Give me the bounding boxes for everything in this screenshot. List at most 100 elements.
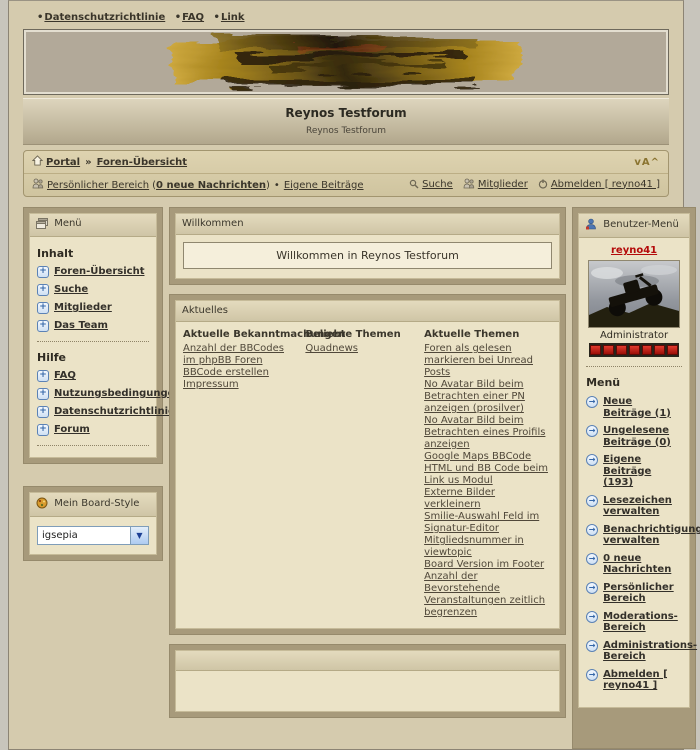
news-item: No Avatar Bild beim Betrachten eines Pro… [424, 415, 552, 451]
breadcrumb-portal-link[interactable]: Portal [46, 157, 80, 168]
user-rank-stars [589, 343, 679, 357]
breadcrumb-current-link[interactable]: Foren-Übersicht [97, 157, 187, 168]
menu-link[interactable]: Das Team [54, 320, 108, 332]
top-link-anchor[interactable]: Datenschutzrichtlinie [44, 12, 165, 23]
user-menu-item: → Persönlicher Bereich [586, 582, 682, 605]
news-panel: Aktuelles Aktuelle Bekanntmachungen Anza… [169, 294, 566, 635]
news-item: Externe Bilder verkleinern [424, 487, 552, 511]
news-link[interactable]: HTML und BB Code beim Link us Modul [424, 463, 548, 486]
news-item: No Avatar Bild beim Betrachten einer PN … [424, 379, 552, 415]
top-link-anchor[interactable]: FAQ [182, 12, 204, 23]
user-menu-heading: Menü [586, 376, 682, 389]
news-col-heading: Beliebte Themen [305, 329, 416, 341]
user-menu-link[interactable]: Persönlicher Bereich [603, 582, 682, 605]
user-bar: Persönlicher Bereich 0 neue Nachrichten … [24, 173, 668, 196]
top-link: Link [214, 12, 245, 23]
user-menu-link[interactable]: 0 neue Nachrichten [603, 553, 682, 576]
site-title: Reynos Testforum [23, 106, 669, 120]
news-item: Board Version im Footer [424, 559, 552, 571]
user-menu-link[interactable]: Administrations-Bereich [603, 640, 697, 663]
board-style-header: Mein Board-Style [30, 493, 156, 517]
board-style-select[interactable]: igsepia [37, 526, 149, 545]
news-link[interactable]: Foren als gelesen markieren bei Unread P… [424, 343, 533, 378]
font-size-widget[interactable]: vA^ [634, 157, 660, 168]
menu-divider [37, 341, 149, 342]
arrow-icon: → [586, 396, 598, 408]
user-menu-link[interactable]: Neue Beiträge (1) [603, 396, 682, 419]
user-menu-link[interactable]: Eigene Beiträge (193) [603, 454, 682, 489]
menu-link[interactable]: Mitglieder [54, 302, 112, 314]
welcome-header: Willkommen [176, 214, 559, 235]
plus-icon: + [37, 302, 49, 314]
menu-link[interactable]: Nutzungsbedingungen [54, 388, 182, 400]
members-link[interactable]: Mitglieder [478, 179, 528, 190]
news-item: Quadnews [305, 343, 416, 355]
menu-item: + Foren-Übersicht [37, 266, 149, 278]
user-menu-link[interactable]: Benachrichtigungen verwalten [603, 524, 700, 547]
user-menu-panel: Benutzer-Menü reyno41 [572, 207, 696, 749]
user-menu-header: Benutzer-Menü [579, 214, 689, 238]
plus-icon: + [37, 388, 49, 400]
news-link[interactable]: Anzahl der BBCodes im phpBB Foren [183, 343, 284, 366]
arrow-icon: → [586, 495, 598, 507]
user-bar-right: Suche Mitglieder Abmelden [ reyno41 ] [409, 178, 660, 192]
menu-panel: Menü Inhalt + Foren-Übersicht [23, 207, 163, 464]
center-column: Willkommen Willkommen in Reynos Testforu… [169, 207, 566, 718]
left-column: Menü Inhalt + Foren-Übersicht [23, 207, 163, 561]
welcome-title: Willkommen [182, 218, 244, 229]
menu-item: + Das Team [37, 320, 149, 332]
news-link[interactable]: Externe Bilder verkleinern [424, 487, 495, 510]
breadcrumb: Portal » Foren-Übersicht vA^ [24, 151, 668, 173]
news-link[interactable]: BBCode erstellen [183, 367, 269, 378]
user-menu-link[interactable]: Abmelden [ reyno41 ] [603, 669, 682, 692]
user-menu-item: → Neue Beiträge (1) [586, 396, 682, 419]
menu-link[interactable]: Foren-Übersicht [54, 266, 144, 278]
window-icon [36, 218, 48, 232]
top-link: Datenschutzrichtlinie [37, 12, 165, 23]
menu-link[interactable]: FAQ [54, 370, 76, 382]
user-menu-link[interactable]: Moderations-Bereich [603, 611, 682, 634]
cutoff-block-header [176, 651, 559, 671]
news-link[interactable]: Quadnews [305, 343, 358, 354]
news-link[interactable]: No Avatar Bild beim Betrachten eines Pro… [424, 415, 545, 450]
menu-link[interactable]: Forum [54, 424, 90, 436]
home-icon [32, 155, 43, 169]
main-columns: Menü Inhalt + Foren-Übersicht [23, 207, 669, 749]
menu-block-header: Menü [30, 214, 156, 237]
news-link[interactable]: Impressum [183, 379, 239, 390]
news-link[interactable]: Anzahl der Bevorstehende Veranstaltungen… [424, 571, 545, 618]
new-messages-link[interactable]: 0 neue Nachrichten [156, 180, 266, 191]
top-link-anchor[interactable]: Link [221, 12, 245, 23]
new-messages-wrap: 0 neue Nachrichten [152, 180, 270, 191]
logout-link[interactable]: Abmelden [ reyno41 ] [551, 179, 660, 190]
header-banner [23, 29, 669, 95]
menu-item: + Suche [37, 284, 149, 296]
menu-link[interactable]: Datenschutzrichtlinie [54, 406, 175, 418]
plus-icon: + [37, 320, 49, 332]
news-item: Smilie-Auswahl Feld im Signatur-Editor [424, 511, 552, 535]
user-menu-link[interactable]: Lesezeichen verwalten [603, 495, 682, 518]
menu-list-inhalt: + Foren-Übersicht + Suche + [37, 266, 149, 332]
news-link[interactable]: Mitgliedsnummer in viewtopic [424, 535, 524, 558]
own-posts-link[interactable]: Eigene Beiträge [284, 180, 364, 191]
user-menu-item: → Administrations-Bereich [586, 640, 682, 663]
menu-item: + Forum [37, 424, 149, 436]
news-col-recent: Aktuelle Themen Foren als gelesen markie… [424, 329, 552, 619]
news-links: Anzahl der BBCodes im phpBB ForenBBCode … [183, 343, 297, 391]
news-link[interactable]: Google Maps BBCode [424, 451, 531, 462]
menu-link[interactable]: Suche [54, 284, 88, 296]
user-menu-link[interactable]: Ungelesene Beiträge (0) [603, 425, 682, 448]
personal-area-link[interactable]: Persönlicher Bereich [47, 180, 149, 191]
news-item: HTML und BB Code beim Link us Modul [424, 463, 552, 487]
power-icon [538, 179, 548, 192]
user-menu-title: Benutzer-Menü [603, 219, 679, 230]
news-link[interactable]: Board Version im Footer [424, 559, 544, 570]
search-link[interactable]: Suche [422, 179, 453, 190]
news-link[interactable]: No Avatar Bild beim Betrachten einer PN … [424, 379, 525, 414]
menu-divider [37, 445, 149, 446]
news-link[interactable]: Smilie-Auswahl Feld im Signatur-Editor [424, 511, 539, 534]
username-link[interactable]: reyno41 [611, 245, 657, 256]
menu-item: + Mitglieder [37, 302, 149, 314]
breadcrumb-panel: Portal » Foren-Übersicht vA^ Persönliche… [23, 150, 669, 197]
top-link: FAQ [175, 12, 204, 23]
